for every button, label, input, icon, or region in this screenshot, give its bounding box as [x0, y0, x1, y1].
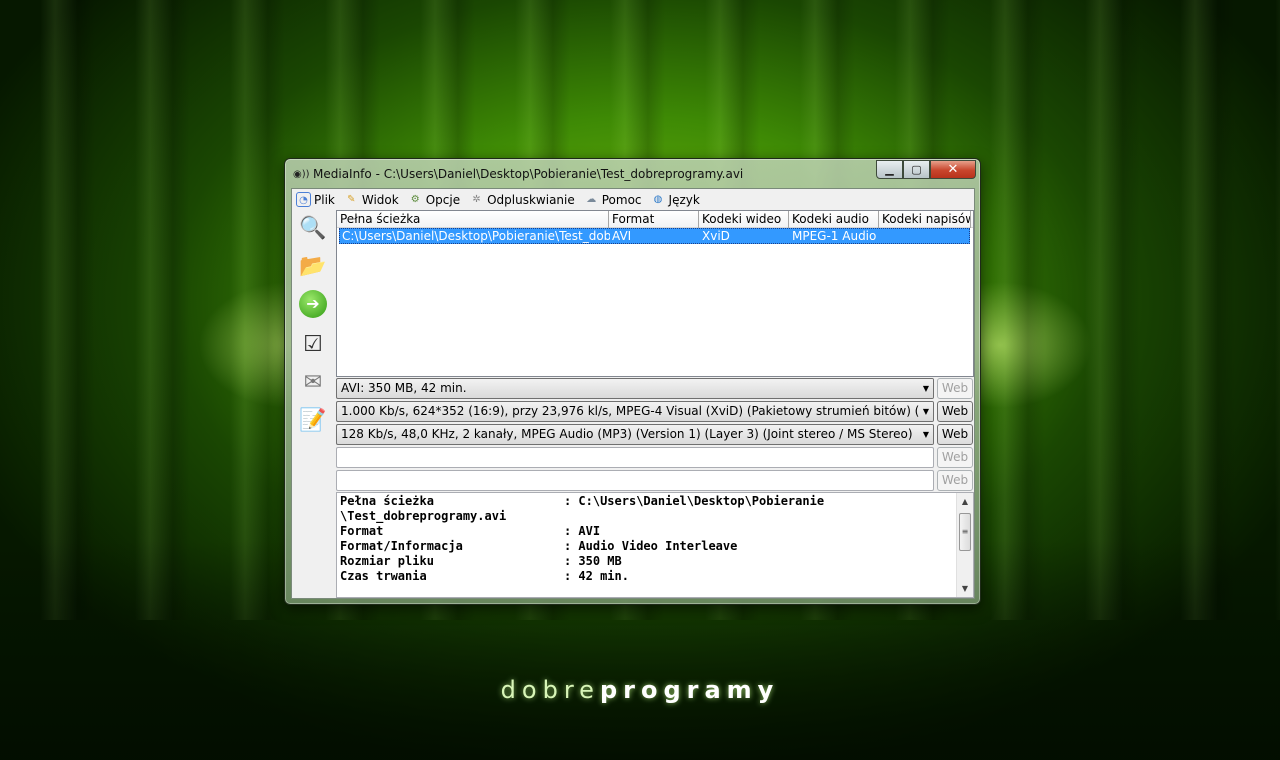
view-icon: ✎ — [347, 194, 356, 205]
column-header-path[interactable]: Pełna ścieżka — [337, 211, 609, 228]
menu-pomoc[interactable]: ☁ Pomoc — [584, 192, 642, 207]
scroll-down-icon[interactable]: ▼ — [957, 580, 973, 597]
column-header-video-codecs[interactable]: Kodeki wideo — [699, 211, 789, 228]
stream-row-other: Web — [336, 470, 974, 491]
info-text-area[interactable]: Pełna ścieżka : C:\Users\Daniel\Desktop\… — [336, 492, 974, 598]
debug-icon: ✲ — [472, 194, 481, 205]
chevron-down-icon: ▼ — [919, 379, 933, 398]
other-stream-field[interactable] — [336, 470, 934, 491]
menu-odpluskwianie[interactable]: ✲ Odpluskwianie — [469, 192, 575, 207]
stream-row-general: AVI: 350 MB, 42 min. ▼ Web — [336, 378, 974, 399]
menu-opcje[interactable]: ⚙ Opcje — [408, 192, 460, 207]
language-icon: ◍ — [653, 194, 663, 205]
info-line: Format/Informacja : Audio Video Interlea… — [340, 539, 738, 553]
preferences-icon[interactable]: ☑ — [297, 328, 329, 360]
mediainfo-window: ◉)) MediaInfo - C:\Users\Daniel\Desktop\… — [284, 158, 981, 605]
logo-bold-text: programy — [599, 676, 780, 704]
cell-subtitle-codec — [880, 229, 968, 243]
file-list[interactable]: Pełna ścieżka Format Kodeki wideo Kodeki… — [336, 210, 974, 377]
maximize-button[interactable]: ▢ — [903, 160, 930, 179]
column-header-audio-codecs[interactable]: Kodeki audio — [789, 211, 879, 228]
menu-label: Plik — [314, 192, 335, 207]
wallpaper-logo: dobreprogramy — [0, 676, 1280, 704]
audio-stream-text: 128 Kb/s, 48,0 KHz, 2 kanały, MPEG Audio… — [341, 427, 913, 441]
other-web-button: Web — [937, 470, 973, 491]
side-toolbar: 🔍 📂 ➔ ☑ ✉ 📝 — [292, 210, 335, 598]
menu-label: Widok — [361, 192, 399, 207]
general-stream-text: AVI: 350 MB, 42 min. — [341, 381, 467, 395]
open-folder-icon[interactable]: 📂 — [297, 250, 329, 282]
window-controls: ▁ ▢ ✕ — [876, 160, 976, 180]
column-header-format[interactable]: Format — [609, 211, 699, 228]
video-web-button[interactable]: Web — [937, 401, 973, 422]
vertical-scrollbar[interactable]: ▲ ≡ ▼ — [956, 493, 973, 597]
general-stream-select[interactable]: AVI: 350 MB, 42 min. ▼ — [336, 378, 934, 399]
cell-audio-codec: MPEG-1 Audio layer 3 — [792, 229, 880, 243]
close-button[interactable]: ✕ — [930, 160, 976, 179]
logo-light-text: dobre — [500, 676, 600, 704]
info-line: Pełna ścieżka : C:\Users\Daniel\Desktop\… — [340, 494, 825, 508]
stream-row-audio: 128 Kb/s, 48,0 KHz, 2 kanały, MPEG Audio… — [336, 424, 974, 445]
chevron-down-icon: ▼ — [919, 425, 933, 444]
options-icon: ⚙ — [410, 194, 420, 205]
chevron-down-icon: ▼ — [919, 402, 933, 421]
menu-plik[interactable]: ◔ Plik — [296, 192, 335, 207]
table-row[interactable]: C:\Users\Daniel\Desktop\Pobieranie\Test_… — [339, 228, 970, 244]
menu-widok[interactable]: ✎ Widok — [344, 192, 399, 207]
window-title: MediaInfo - C:\Users\Daniel\Desktop\Pobi… — [313, 167, 744, 181]
title-bar[interactable]: ◉)) MediaInfo - C:\Users\Daniel\Desktop\… — [291, 160, 976, 187]
help-icon: ☁ — [586, 194, 597, 205]
menu-label: Opcje — [425, 192, 461, 207]
cell-format: AVI — [612, 229, 632, 243]
text-web-button: Web — [937, 447, 973, 468]
cell-path: C:\Users\Daniel\Desktop\Pobieranie\Test_… — [342, 229, 610, 243]
file-list-header: Pełna ścieżka Format Kodeki wideo Kodeki… — [337, 211, 973, 228]
stream-row-text: Web — [336, 447, 974, 468]
cell-video-codec: XviD — [702, 229, 730, 243]
open-file-icon: ◔ — [296, 192, 311, 207]
menu-label: Odpluskwianie — [487, 192, 575, 207]
video-stream-text: 1.000 Kb/s, 624*352 (16:9), przy 23,976 … — [341, 404, 933, 418]
info-line: Rozmiar pliku : 350 MB — [340, 554, 622, 568]
open-file-icon[interactable]: 🔍 — [297, 212, 329, 244]
info-line: Czas trwania : 42 min. — [340, 569, 629, 583]
audio-web-button[interactable]: Web — [937, 424, 973, 445]
audio-stream-select[interactable]: 128 Kb/s, 48,0 KHz, 2 kanały, MPEG Audio… — [336, 424, 934, 445]
scroll-up-icon[interactable]: ▲ — [957, 493, 973, 510]
minimize-button[interactable]: ▁ — [876, 160, 903, 179]
menu-label: Język — [668, 192, 700, 207]
column-header-subtitle-codecs[interactable]: Kodeki napisów — [879, 211, 971, 228]
general-web-button: Web — [937, 378, 973, 399]
stream-row-video: 1.000 Kb/s, 624*352 (16:9), przy 23,976 … — [336, 401, 974, 422]
info-line: Format : AVI — [340, 524, 601, 538]
info-line: \Test_dobreprogramy.avi — [340, 509, 507, 523]
video-stream-select[interactable]: 1.000 Kb/s, 624*352 (16:9), przy 23,976 … — [336, 401, 934, 422]
info-text: Pełna ścieżka : C:\Users\Daniel\Desktop\… — [340, 494, 950, 584]
client-area: ◔ Plik ✎ Widok ⚙ Opcje ✲ Odpluskwianie ☁ Pomo… — [291, 188, 975, 599]
menu-label: Pomoc — [601, 192, 642, 207]
app-icon: ◉)) — [293, 169, 310, 180]
menu-bar: ◔ Plik ✎ Widok ⚙ Opcje ✲ Odpluskwianie ☁ Pomo… — [292, 189, 974, 210]
menu-jezyk[interactable]: ◍ Język — [651, 192, 700, 207]
text-stream-field[interactable] — [336, 447, 934, 468]
scroll-thumb[interactable]: ≡ — [959, 513, 971, 551]
about-icon[interactable]: ✉ — [297, 366, 329, 398]
report-icon[interactable]: 📝 — [297, 404, 329, 436]
forward-arrow-icon[interactable]: ➔ — [297, 288, 329, 320]
